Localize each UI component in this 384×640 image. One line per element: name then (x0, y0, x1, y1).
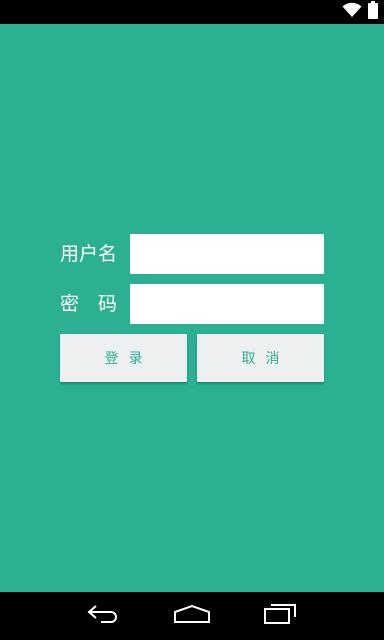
status-bar (0, 0, 384, 24)
username-input[interactable] (130, 234, 324, 274)
username-label: 用户名 (60, 243, 118, 265)
login-button[interactable]: 登录 (60, 334, 187, 382)
back-icon (87, 604, 121, 628)
login-screen: 用户名 密 码 登录 取消 (0, 24, 384, 592)
home-button[interactable] (168, 592, 216, 640)
cancel-button[interactable]: 取消 (197, 334, 324, 382)
recents-icon (263, 603, 297, 629)
password-input[interactable] (130, 284, 324, 324)
navigation-bar (0, 592, 384, 640)
battery-icon (368, 1, 378, 23)
status-icons (342, 1, 378, 23)
password-label: 密 码 (60, 293, 118, 315)
wifi-icon (342, 2, 362, 22)
back-button[interactable] (80, 592, 128, 640)
home-icon (173, 604, 211, 628)
recents-button[interactable] (256, 592, 304, 640)
